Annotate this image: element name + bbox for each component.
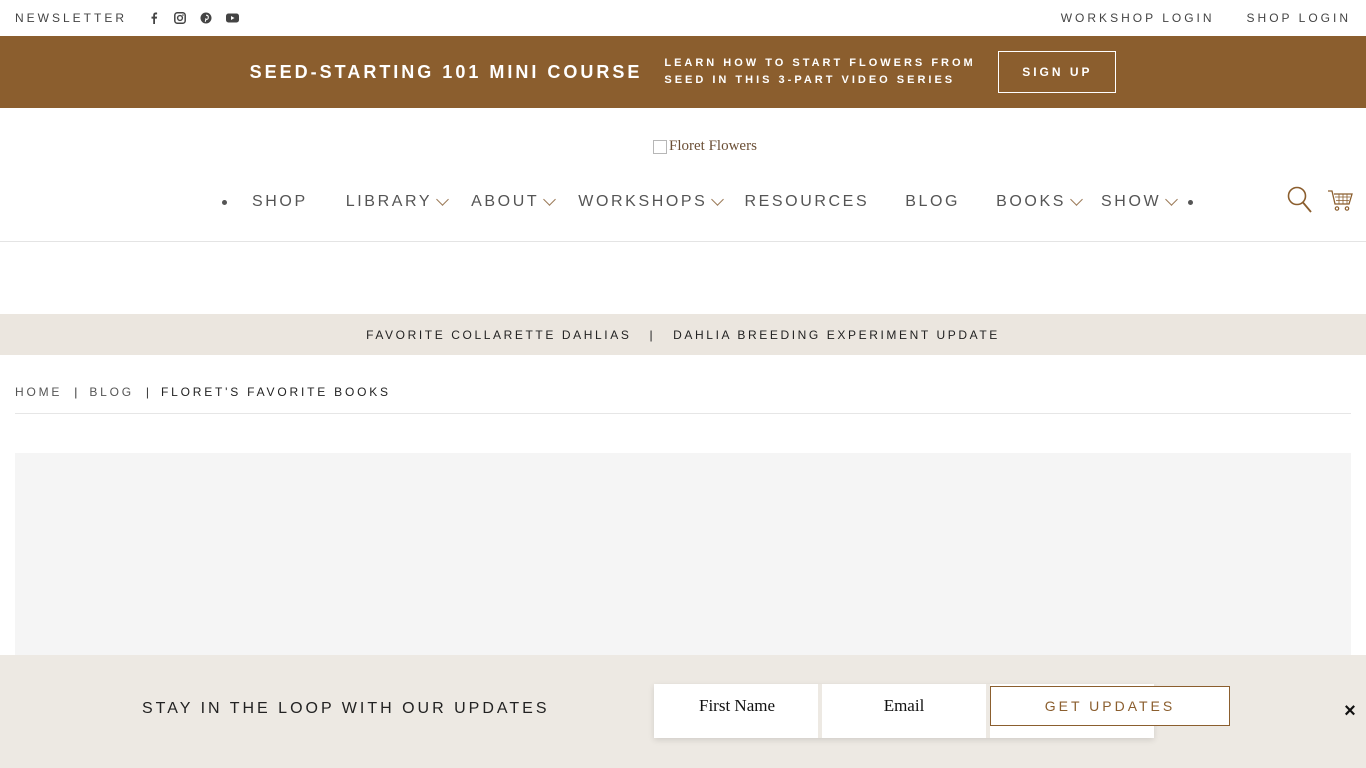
related-separator: | [649, 327, 656, 342]
nav-item-label: SHOW [1101, 193, 1162, 210]
related-posts-bar: FAVORITE COLLARETTE DAHLIAS | DAHLIA BRE… [0, 314, 1366, 355]
nav-item-resources[interactable]: RESOURCES [744, 193, 869, 211]
breadcrumb-separator: | [145, 385, 149, 399]
facebook-icon[interactable] [147, 11, 161, 25]
workshop-login-link[interactable]: WORKSHOP LOGIN [1061, 11, 1215, 25]
signup-heading: STAY IN THE LOOP WITH OUR UPDATES [142, 700, 550, 717]
nav-item-label: LIBRARY [345, 193, 433, 210]
newsletter-signup-bar: STAY IN THE LOOP WITH OUR UPDATES First … [0, 655, 1366, 768]
breadcrumb: HOME | BLOG | FLORET'S FAVORITE BOOKS [15, 385, 1351, 414]
related-post-right[interactable]: DAHLIA BREEDING EXPERIMENT UPDATE [673, 328, 1000, 342]
promo-banner: SEED-STARTING 101 MINI COURSE LEARN HOW … [0, 36, 1366, 108]
promo-desc-line-1: LEARN HOW TO START FLOWERS FROM [664, 57, 976, 69]
site-logo[interactable]: Floret Flowers [653, 138, 757, 155]
chevron-down-icon [1070, 192, 1083, 206]
nav-item-library[interactable]: LIBRARY [345, 192, 450, 211]
search-icon[interactable] [1287, 186, 1313, 214]
nav-item-blog[interactable]: BLOG [905, 193, 960, 211]
site-header: Floret Flowers SHOP LIBRARY ABOUT WORKSH… [0, 108, 1366, 242]
broken-image-icon [653, 139, 667, 154]
instagram-icon[interactable] [173, 11, 187, 25]
nav-item-label: BOOKS [996, 193, 1067, 210]
logo-alt-text: Floret Flowers [669, 138, 757, 154]
nav-item-workshops[interactable]: WORKSHOPS [578, 192, 725, 211]
main-nav: SHOP LIBRARY ABOUT WORKSHOPS RESOURCES B… [222, 188, 1194, 216]
email-field[interactable]: Email [822, 686, 986, 726]
newsletter-link[interactable]: NEWSLETTER [15, 11, 127, 25]
nav-bullet [1188, 200, 1194, 205]
chevron-down-icon [543, 192, 557, 206]
promo-desc-line-2: SEED IN THIS 3-PART VIDEO SERIES [664, 74, 956, 86]
breadcrumb-separator: | [74, 385, 78, 399]
breadcrumb-blog[interactable]: BLOG [89, 385, 134, 399]
related-post-left[interactable]: FAVORITE COLLARETTE DAHLIAS [366, 328, 631, 342]
nav-item-label: BLOG [905, 193, 961, 210]
breadcrumb-home[interactable]: HOME [15, 385, 62, 399]
chevron-down-icon [436, 192, 450, 206]
nav-item-about[interactable]: ABOUT [471, 192, 557, 211]
cart-icon[interactable] [1327, 188, 1353, 212]
social-links [147, 11, 239, 25]
header-icons [1287, 186, 1353, 214]
nav-item-show[interactable]: SHOW [1101, 192, 1179, 211]
utility-right: WORKSHOP LOGIN SHOP LOGIN [1061, 11, 1351, 25]
nav-item-label: ABOUT [471, 193, 540, 210]
chevron-down-icon [1165, 192, 1179, 206]
nav-item-shop[interactable]: SHOP [252, 193, 308, 211]
promo-signup-button[interactable]: SIGN UP [998, 51, 1117, 93]
nav-item-books[interactable]: BOOKS [996, 192, 1083, 211]
breadcrumb-current: FLORET'S FAVORITE BOOKS [161, 385, 391, 399]
first-name-field[interactable]: First Name [656, 686, 818, 726]
utility-left: NEWSLETTER [15, 11, 239, 25]
nav-item-label: WORKSHOPS [578, 193, 708, 210]
chevron-down-icon [711, 192, 725, 206]
utility-bar: NEWSLETTER WORKSHOP LOGIN SHOP LOGIN [0, 0, 1366, 36]
close-icon[interactable]: × [1342, 701, 1358, 721]
shop-login-link[interactable]: SHOP LOGIN [1247, 11, 1351, 25]
promo-description: LEARN HOW TO START FLOWERS FROM SEED IN … [664, 55, 984, 89]
promo-title: SEED-STARTING 101 MINI COURSE [249, 61, 643, 82]
nav-item-label: SHOP [252, 193, 308, 210]
pinterest-icon[interactable] [199, 11, 213, 25]
youtube-icon[interactable] [225, 11, 239, 25]
nav-item-label: RESOURCES [744, 193, 870, 210]
get-updates-button[interactable]: GET UPDATES [990, 686, 1230, 726]
nav-bullet [222, 200, 227, 205]
